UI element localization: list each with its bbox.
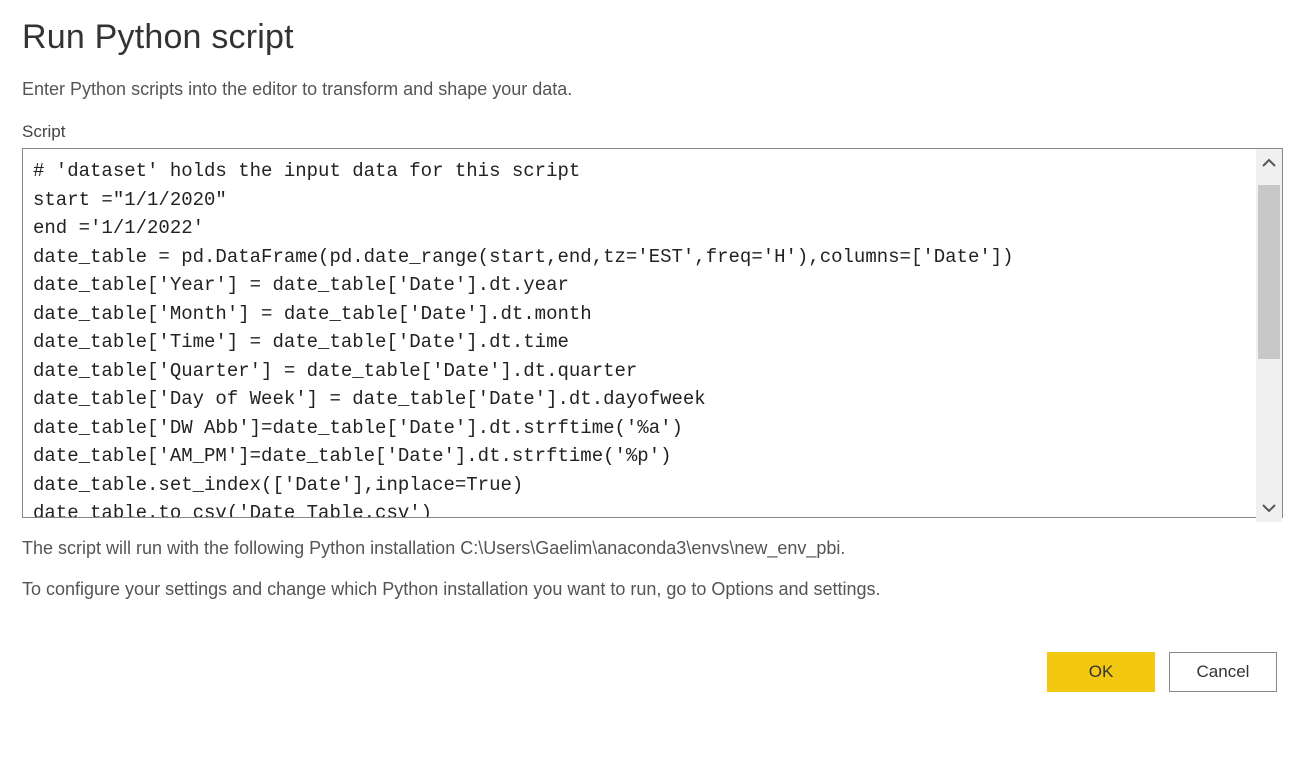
scrollbar[interactable] <box>1256 149 1282 522</box>
cancel-button[interactable]: Cancel <box>1169 652 1277 692</box>
script-editor[interactable] <box>22 148 1283 518</box>
scroll-down-arrow-icon[interactable] <box>1256 494 1282 522</box>
scroll-up-arrow-icon[interactable] <box>1256 149 1282 177</box>
dialog-container: Run Python script Enter Python scripts i… <box>22 18 1283 692</box>
script-label: Script <box>22 122 1283 142</box>
button-row: OK Cancel <box>22 652 1283 692</box>
python-install-info: The script will run with the following P… <box>22 533 1283 564</box>
scroll-thumb[interactable] <box>1258 185 1280 359</box>
ok-button[interactable]: OK <box>1047 652 1155 692</box>
scroll-track[interactable] <box>1256 177 1282 494</box>
dialog-subtitle: Enter Python scripts into the editor to … <box>22 79 1283 100</box>
script-editor-wrapper <box>22 148 1283 523</box>
dialog-title: Run Python script <box>22 18 1283 57</box>
settings-info: To configure your settings and change wh… <box>22 574 1283 605</box>
